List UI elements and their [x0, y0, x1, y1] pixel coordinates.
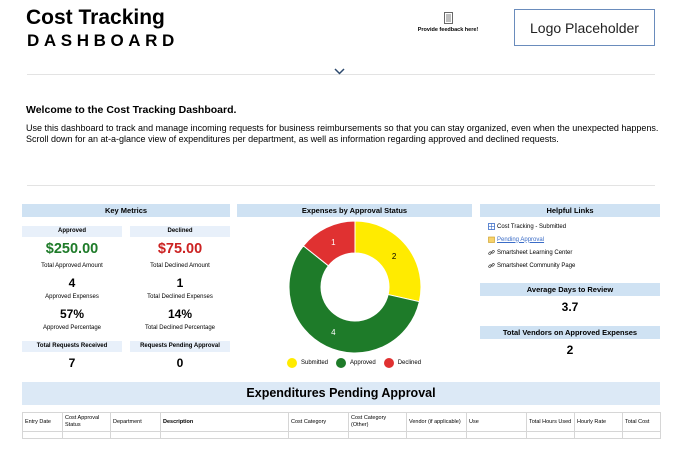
column-header[interactable]: Use: [466, 412, 527, 432]
table-cell[interactable]: [288, 431, 349, 439]
legend-item: Approved: [336, 358, 376, 368]
table-cell[interactable]: [466, 431, 527, 439]
feedback-button[interactable]: Provide feedback here!: [416, 12, 480, 33]
total-vendors-value: 2: [566, 343, 574, 357]
link-pending-approval[interactable]: Pending Approval: [488, 233, 575, 246]
table-cell[interactable]: [110, 431, 161, 439]
total-requests-value: 7: [68, 356, 76, 370]
avg-days-title: Average Days to Review: [480, 283, 660, 296]
approved-header: Approved: [22, 226, 122, 237]
link-label[interactable]: Pending Approval: [497, 237, 544, 243]
column-header[interactable]: Entry Date: [22, 412, 63, 432]
link-label[interactable]: Smartsheet Learning Center: [497, 250, 572, 256]
chart-panel-title: Expenses by Approval Status: [237, 204, 472, 217]
helpful-links-title: Helpful Links: [480, 204, 660, 217]
chevron-down-icon[interactable]: [334, 68, 345, 75]
table-cell[interactable]: [62, 431, 111, 439]
legend-label: Submitted: [301, 360, 329, 366]
avg-days-value: 3.7: [561, 300, 579, 314]
declined-amount: $75.00: [157, 241, 203, 257]
column-header[interactable]: Cost Category: [288, 412, 349, 432]
link-cost-tracking-submitted[interactable]: Cost Tracking - Submitted: [488, 220, 575, 233]
donut-slice-submitted[interactable]: [354, 220, 422, 303]
legend-swatch: [383, 358, 394, 368]
link-label[interactable]: Smartsheet Community Page: [497, 263, 575, 269]
table-row: [22, 431, 661, 439]
declined-percent: 14%: [167, 307, 193, 321]
legend-swatch: [287, 358, 297, 368]
table-cell[interactable]: [526, 431, 575, 439]
link-label[interactable]: Cost Tracking - Submitted: [497, 224, 566, 230]
welcome-text: Use this dashboard to track and manage i…: [26, 123, 659, 144]
approved-percent: 57%: [59, 307, 85, 321]
donut-slice-label: 1: [331, 238, 336, 247]
column-header[interactable]: Department: [110, 412, 161, 432]
table-cell[interactable]: [348, 431, 407, 439]
table-cell[interactable]: [574, 431, 623, 439]
feedback-label: Provide feedback here!: [417, 27, 479, 33]
table-header-row: Entry Date Cost Approval Status Departme…: [22, 412, 661, 432]
legend-swatch: [336, 358, 347, 368]
pending-requests-header: Requests Pending Approval: [130, 341, 230, 352]
approved-count: 4: [68, 276, 76, 290]
column-header[interactable]: Vendor (if applicable): [406, 412, 467, 432]
dashboard-subtitle: DASHBOARD: [27, 31, 179, 50]
link-smartsheet-community-page[interactable]: Smartsheet Community Page: [488, 259, 575, 272]
form-icon: [443, 12, 453, 24]
sheet-icon: [488, 223, 497, 230]
link-icon: [488, 262, 497, 269]
logo-placeholder: Logo Placeholder: [514, 9, 655, 46]
declined-amount-caption: Total Declined Amount: [150, 263, 210, 269]
declined-count-caption: Total Declined Expenses: [147, 294, 213, 300]
key-metrics-title: Key Metrics: [22, 204, 230, 217]
column-header[interactable]: Description: [160, 412, 289, 432]
pending-table-title: Expenditures Pending Approval: [22, 382, 660, 405]
table-cell[interactable]: [406, 431, 467, 439]
declined-percent-caption: Total Declined Percentage: [144, 325, 216, 331]
table-cell[interactable]: [622, 431, 661, 439]
legend-item: Submitted: [287, 358, 328, 368]
dashboard-title: Cost Tracking: [26, 6, 165, 29]
link-icon: [488, 249, 497, 256]
approved-amount: $250.00: [45, 241, 99, 257]
approved-percent-caption: Approved Percentage: [42, 325, 102, 331]
legend-label: Declined: [397, 360, 422, 366]
total-vendors-title: Total Vendors on Approved Expenses: [480, 326, 660, 339]
column-header[interactable]: Cost Category (Other): [348, 412, 407, 432]
legend-item: Declined: [383, 358, 422, 368]
chart-legend: Submitted Approved Declined: [287, 358, 429, 368]
column-header[interactable]: Cost Approval Status: [62, 412, 111, 432]
helpful-links-list: Cost Tracking - Submitted Pending Approv…: [488, 220, 575, 272]
total-requests-header: Total Requests Received: [22, 341, 122, 352]
table-cell[interactable]: [160, 431, 289, 439]
column-header[interactable]: Total Hours Used: [526, 412, 575, 432]
declined-header: Declined: [130, 226, 230, 237]
declined-count: 1: [176, 276, 184, 290]
legend-label: Approved: [350, 360, 376, 366]
pending-approval-table: Entry Date Cost Approval Status Departme…: [22, 412, 661, 439]
approved-count-caption: Approved Expenses: [45, 294, 99, 300]
donut-slice-label: 2: [392, 252, 397, 261]
table-cell[interactable]: [22, 431, 63, 439]
welcome-heading: Welcome to the Cost Tracking Dashboard.: [26, 104, 237, 116]
pending-requests-value: 0: [176, 356, 184, 370]
folder-icon: [488, 236, 497, 243]
approved-amount-caption: Total Approved Amount: [41, 263, 103, 269]
divider: [27, 185, 655, 186]
approval-status-donut-chart: 2 4 1: [288, 220, 422, 354]
column-header[interactable]: Hourly Rate: [574, 412, 623, 432]
donut-slice-label: 4: [331, 328, 336, 337]
column-header[interactable]: Total Cost: [622, 412, 661, 432]
link-smartsheet-learning-center[interactable]: Smartsheet Learning Center: [488, 246, 575, 259]
